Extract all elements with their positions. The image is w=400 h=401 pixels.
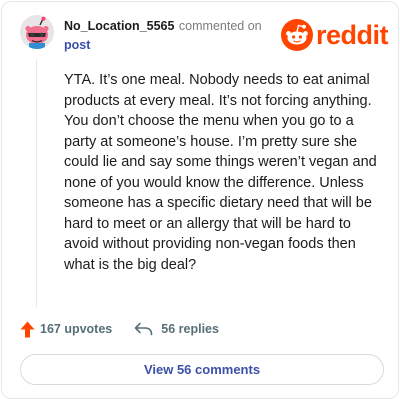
reddit-logo[interactable]: reddit — [281, 19, 389, 51]
reply-arrow-icon — [134, 322, 153, 336]
post-link[interactable]: post — [64, 38, 274, 52]
replies-button[interactable]: 56 replies — [134, 322, 219, 336]
view-comments-button[interactable]: View 56 comments — [20, 354, 384, 385]
upvote-arrow-icon — [20, 321, 35, 337]
reddit-wordmark: reddit — [316, 19, 389, 50]
upvote-count: 167 upvotes — [40, 322, 113, 336]
snoo-avatar-icon — [20, 15, 54, 49]
user-avatar[interactable] — [20, 15, 54, 49]
comment-footer: 167 upvotes 56 replies — [20, 319, 219, 339]
reply-count: 56 replies — [161, 322, 219, 336]
comment-body: YTA. It’s one meal. Nobody needs to eat … — [64, 72, 377, 273]
comment-header: No_Location_5565 commented on post — [64, 17, 274, 52]
username[interactable]: No_Location_5565 — [64, 19, 174, 33]
commented-on-text: commented on — [178, 19, 262, 33]
upvote-button[interactable]: 167 upvotes — [20, 321, 112, 338]
thread-line — [36, 59, 37, 307]
reddit-snoo-icon — [281, 19, 313, 51]
comment-card: No_Location_5565 commented on post reddi… — [1, 1, 399, 399]
